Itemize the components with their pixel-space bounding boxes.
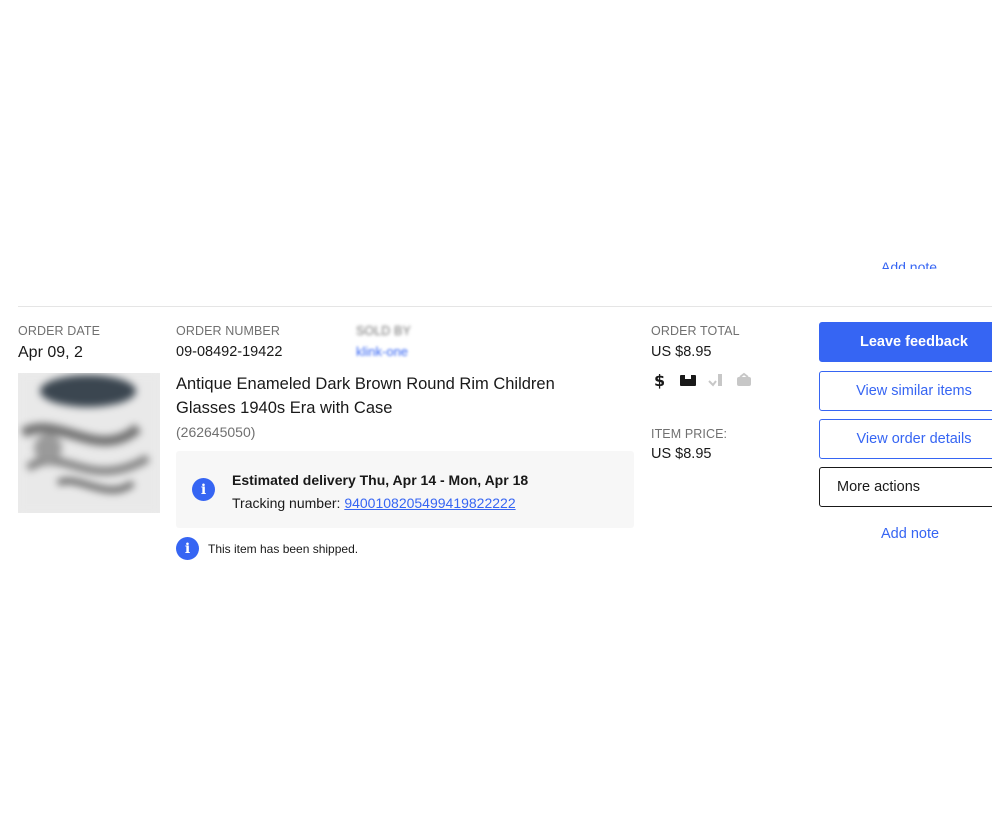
order-total-value: US $8.95 — [651, 344, 712, 360]
info-icon: i — [192, 478, 215, 501]
order-card-divider — [18, 306, 992, 307]
add-note-link[interactable]: Add note — [881, 526, 939, 542]
dollar-paid-icon: $ — [651, 371, 669, 389]
feedback-icon — [735, 371, 753, 389]
leave-feedback-button[interactable]: Leave feedback — [819, 322, 992, 362]
order-status-icons: $ — [651, 371, 753, 389]
order-date-value: Apr 09, 2 — [18, 344, 83, 361]
tracking-row: Tracking number: 9400108205499419822222 — [232, 495, 516, 511]
order-number-label: ORDER NUMBER — [176, 324, 280, 338]
order-total-label: ORDER TOTAL — [651, 324, 740, 338]
item-number: (262645050) — [176, 424, 256, 440]
package-shipped-icon — [679, 371, 697, 389]
item-price-value: US $8.95 — [651, 446, 712, 462]
order-number-value: 09-08492-19422 — [176, 344, 283, 360]
shipped-status-text: This item has been shipped. — [208, 541, 359, 556]
more-actions-button[interactable]: More actions — [819, 467, 992, 507]
item-title-link[interactable]: Antique Enameled Dark Brown Round Rim Ch… — [176, 372, 596, 420]
delivery-info-panel: i Estimated delivery Thu, Apr 14 - Mon, … — [176, 451, 634, 528]
delivered-icon — [707, 371, 725, 389]
tracking-label: Tracking number: — [232, 495, 345, 511]
tracking-number-link[interactable]: 9400108205499419822222 — [344, 495, 515, 511]
view-similar-items-button[interactable]: View similar items — [819, 371, 992, 411]
shipped-status-row: i This item has been shipped. — [176, 537, 358, 560]
order-date-label: ORDER DATE — [18, 324, 101, 338]
view-order-details-button[interactable]: View order details — [819, 419, 992, 459]
sold-by-label: SOLD BY — [356, 324, 411, 338]
estimated-delivery-text: Estimated delivery Thu, Apr 14 - Mon, Ap… — [232, 472, 529, 488]
svg-text:$: $ — [654, 371, 665, 389]
item-price-label: ITEM PRICE: — [651, 427, 728, 441]
item-thumbnail-image[interactable] — [18, 373, 160, 513]
previous-add-note-link[interactable]: Add note — [881, 259, 937, 269]
info-icon: i — [176, 537, 199, 560]
seller-name-link[interactable]: klink-one — [356, 344, 408, 359]
